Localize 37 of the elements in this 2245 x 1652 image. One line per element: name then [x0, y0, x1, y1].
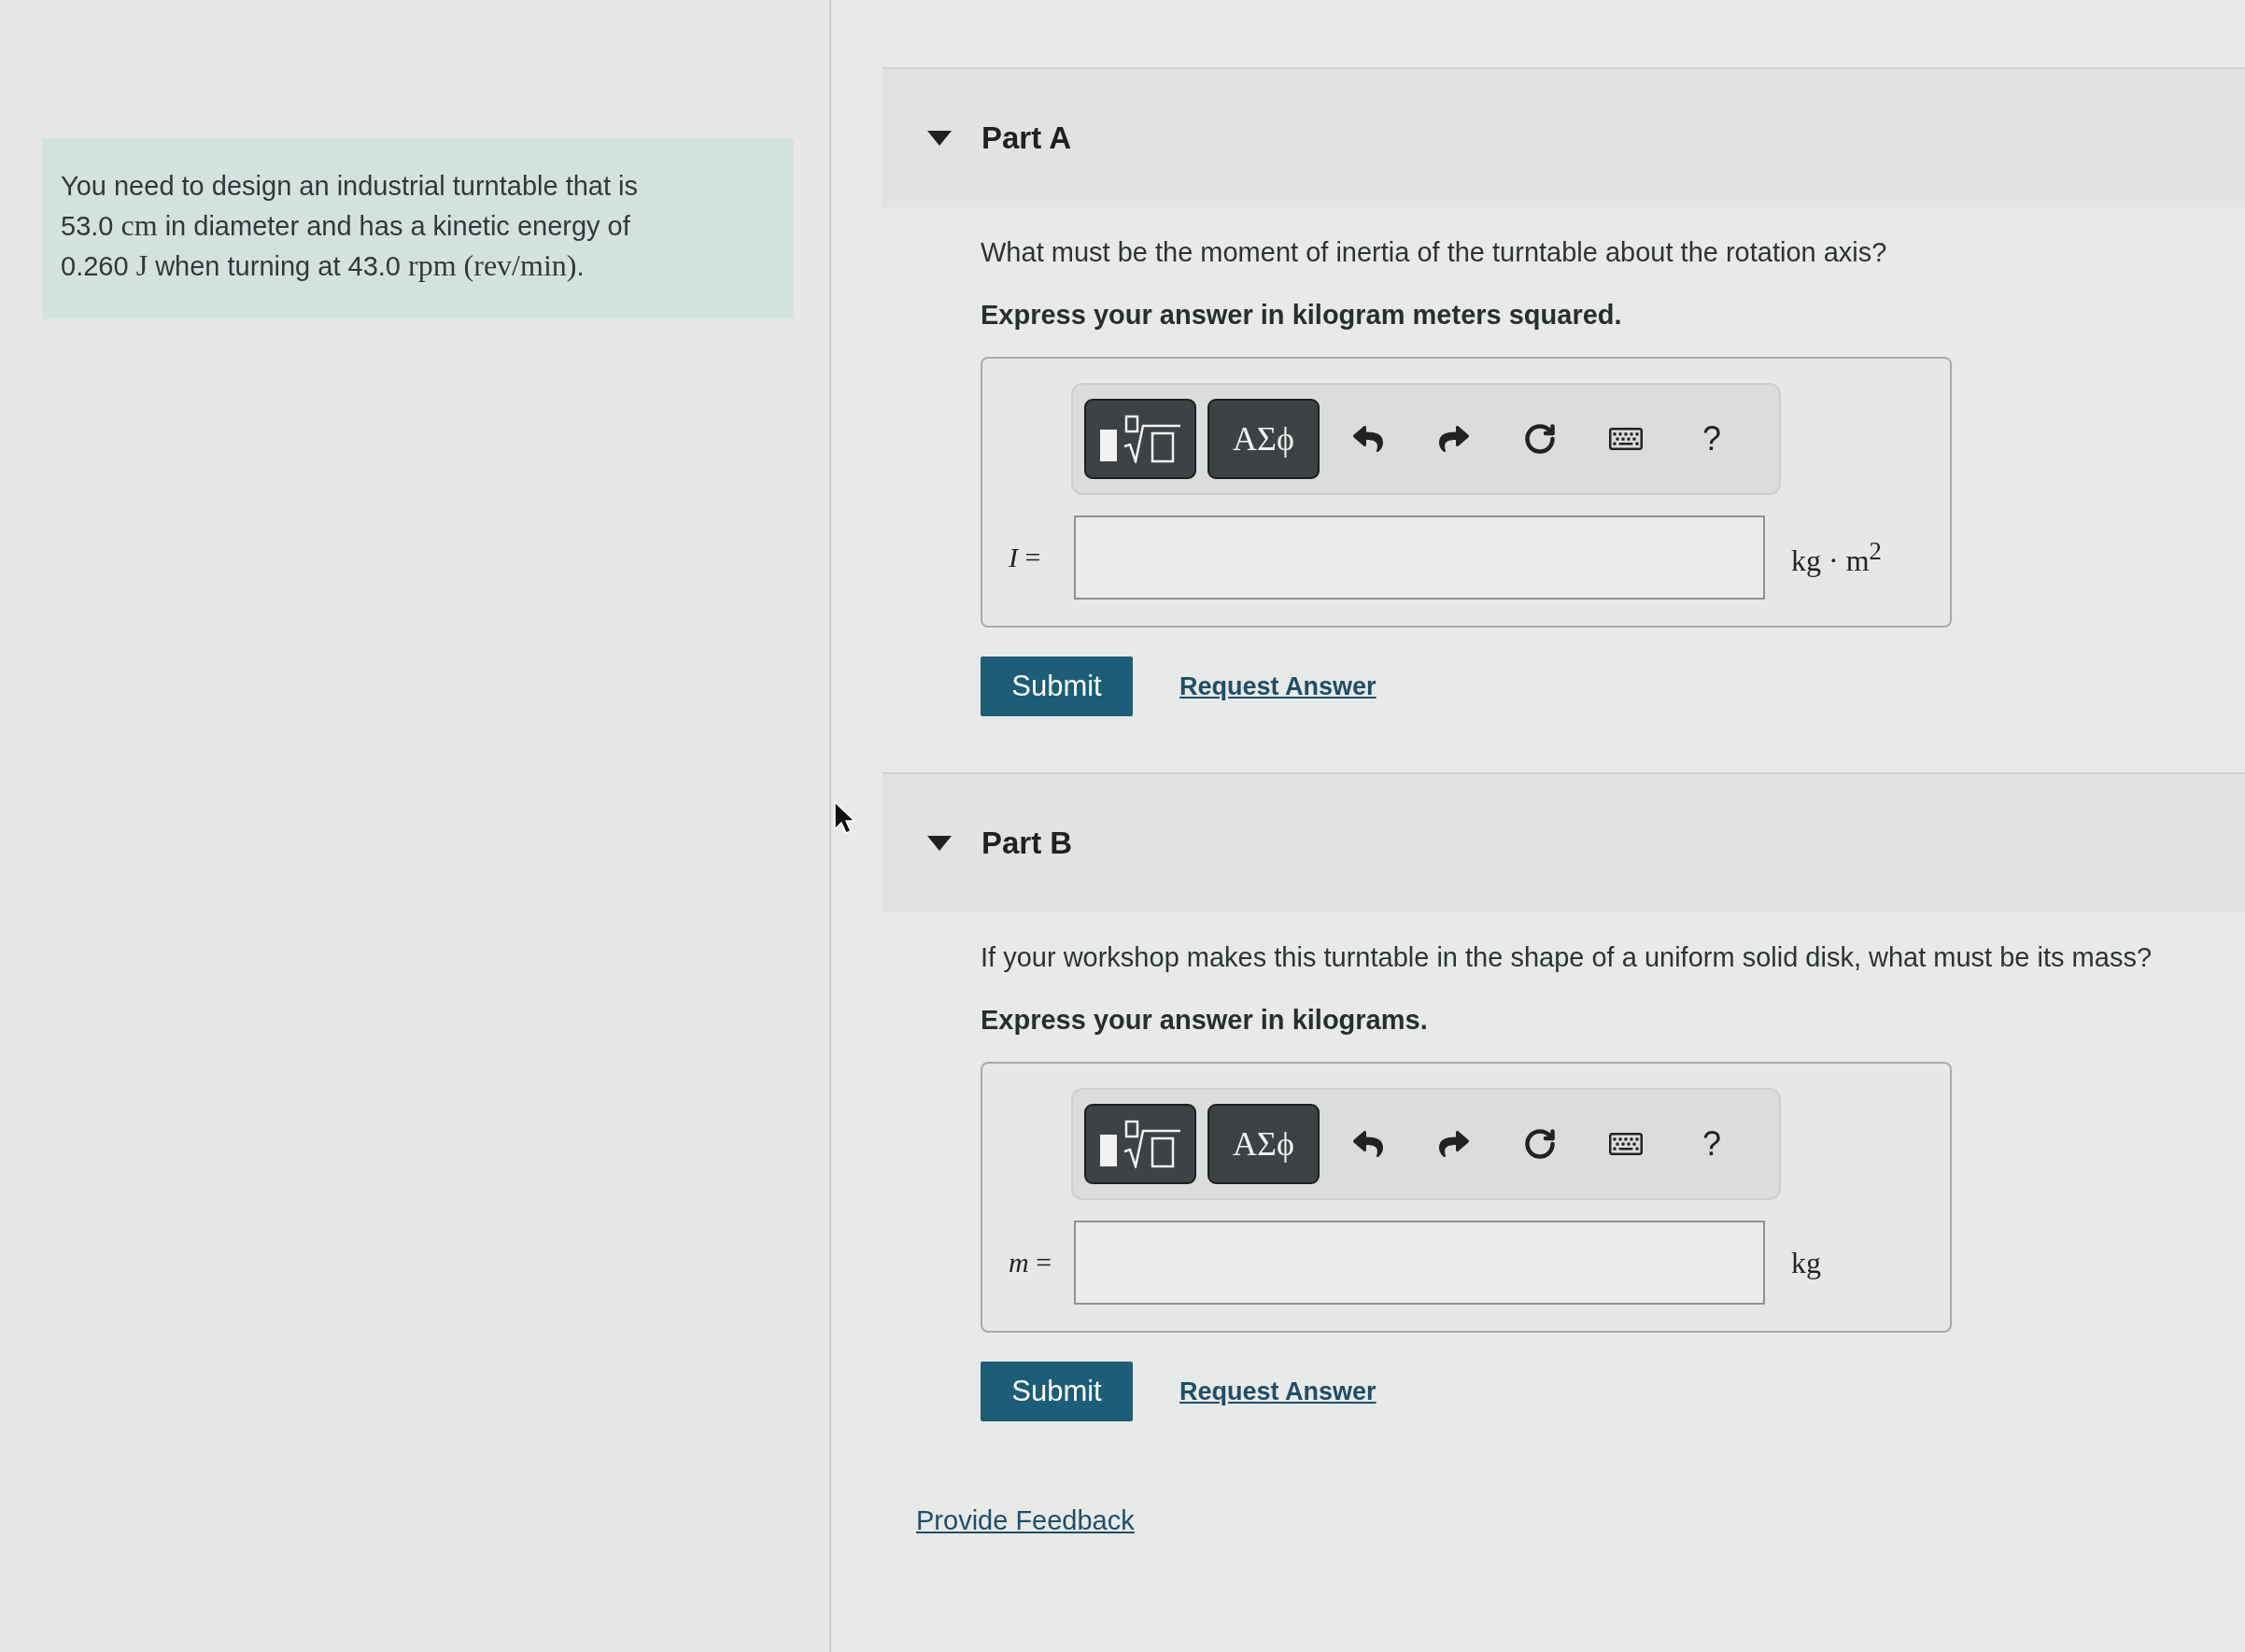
templates-button[interactable]: [1084, 399, 1196, 479]
problem-statement: You need to design an industrial turntable that is 53.0 cm in diameter and has a kinetic energy of 0.260 J when turning at 43.0 rpm (rev/min).: [42, 138, 794, 319]
variable-label: I =: [1009, 542, 1042, 573]
undo-icon: [1353, 1129, 1383, 1159]
submit-button[interactable]: Submit: [981, 1362, 1133, 1421]
request-answer-link[interactable]: Request Answer: [1179, 1377, 1377, 1406]
part-header[interactable]: Part B: [882, 772, 2245, 912]
templates-button[interactable]: [1084, 1104, 1196, 1184]
undo-icon: [1353, 424, 1383, 454]
unit-label: kg · m$^{2}$: [1791, 537, 1882, 578]
request-answer-link[interactable]: Request Answer: [1179, 671, 1377, 701]
radical-template-icon: [1098, 415, 1182, 463]
provide-feedback-link[interactable]: Provide Feedback: [916, 1505, 1135, 1536]
help-button[interactable]: ?: [1674, 399, 1749, 479]
instruction-text: Express your answer in kilogram meters squared.: [981, 299, 1622, 332]
reset-icon: [1523, 422, 1557, 456]
reset-icon: [1523, 1127, 1557, 1161]
symbols-button[interactable]: ΑΣϕ: [1207, 1104, 1320, 1184]
unit-label: kg: [1791, 1245, 1821, 1280]
part-title: Part A: [981, 120, 1071, 156]
answer-input[interactable]: [1074, 1221, 1765, 1305]
variable-label: m =: [1009, 1247, 1053, 1278]
redo-icon: [1439, 1129, 1469, 1159]
triangle-icon[interactable]: [927, 131, 952, 146]
part-title: Part B: [981, 826, 1073, 861]
triangle-icon[interactable]: [927, 836, 952, 851]
radical-template-icon: [1098, 1120, 1182, 1168]
question-text: What must be the moment of inertia of the turntable about the rotation axis?: [981, 236, 1887, 269]
help-button[interactable]: ?: [1674, 1104, 1749, 1184]
question-text: If your workshop makes this turntable in the shape of a uniform solid disk, what must be its mass?: [981, 941, 2153, 974]
answer-input[interactable]: [1074, 515, 1765, 600]
instruction-text: Express your answer in kilograms.: [981, 1004, 1428, 1037]
symbols-button[interactable]: ΑΣϕ: [1207, 399, 1320, 479]
redo-icon: [1439, 424, 1469, 454]
submit-button[interactable]: Submit: [981, 657, 1133, 716]
part-header[interactable]: Part A: [882, 67, 2245, 207]
mouse-cursor-icon: [834, 801, 856, 835]
